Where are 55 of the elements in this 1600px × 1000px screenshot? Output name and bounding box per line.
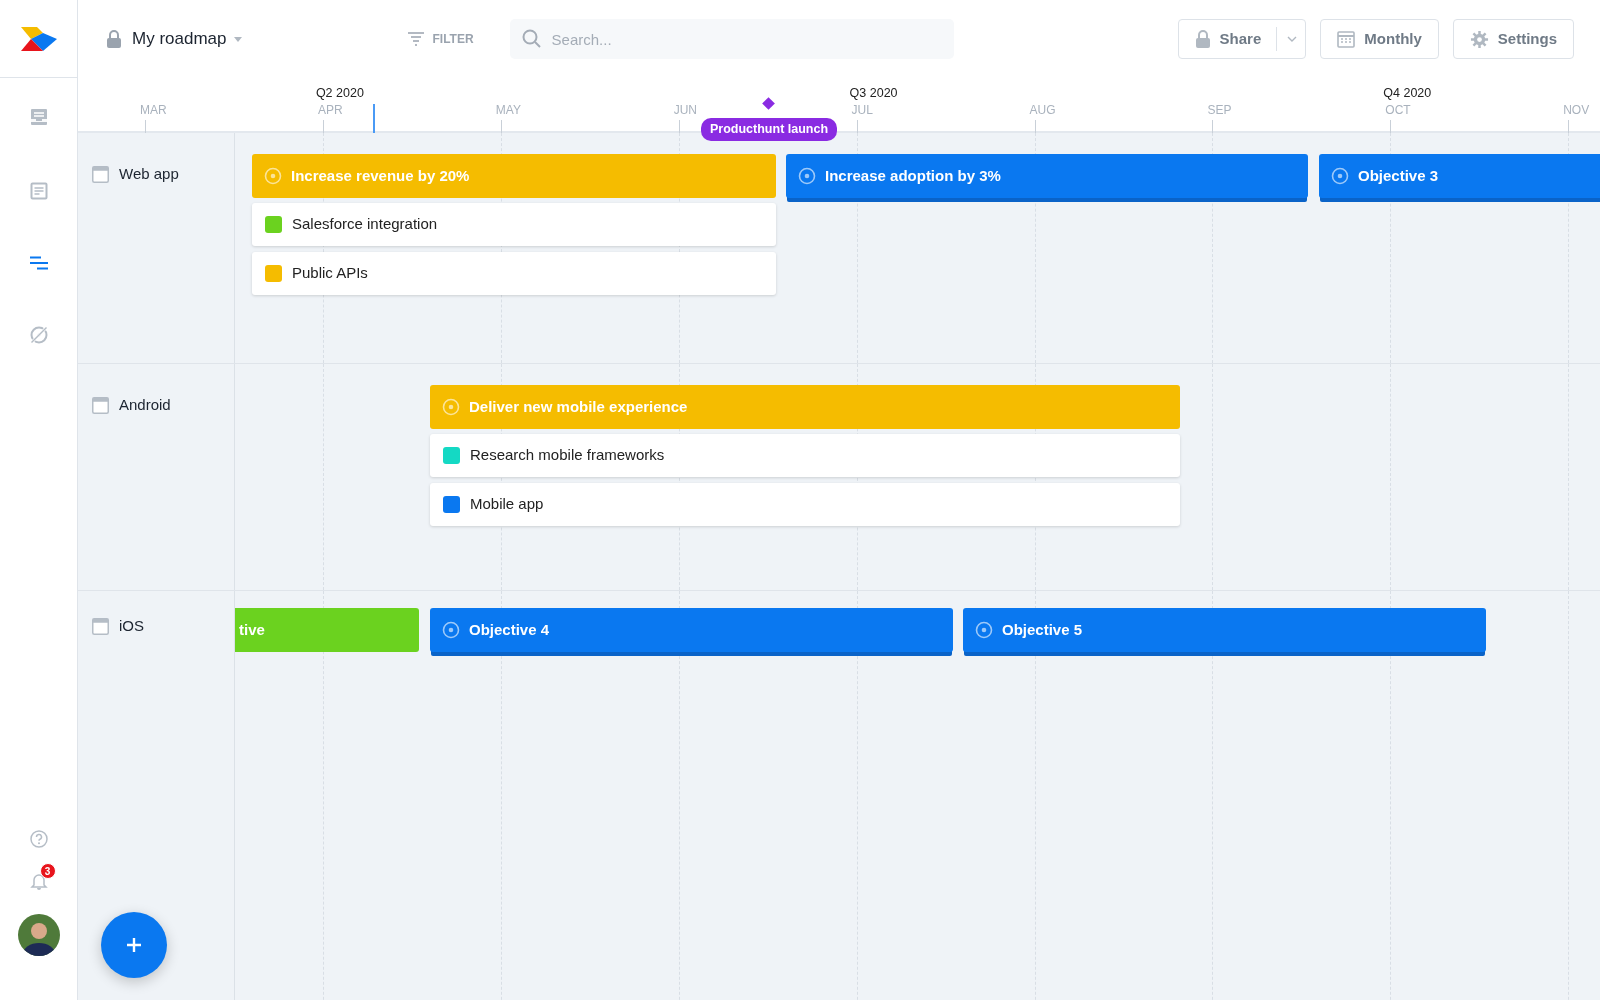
plus-icon	[126, 937, 142, 953]
lane-icon	[92, 165, 109, 183]
feature-title: Mobile app	[470, 494, 544, 515]
month-label: AUG	[1029, 102, 1056, 119]
notification-badge: 3	[39, 863, 56, 879]
monthly-button[interactable]: Monthly	[1320, 19, 1439, 59]
logo-icon	[20, 26, 57, 51]
target-icon	[975, 621, 993, 639]
feature-title: Research mobile frameworks	[470, 445, 665, 466]
avatar[interactable]	[17, 914, 60, 956]
filter-icon	[408, 32, 425, 46]
settings-button[interactable]: Settings	[1452, 19, 1574, 59]
month-label: MAY	[495, 102, 521, 119]
add-button[interactable]	[101, 912, 167, 978]
target-icon	[264, 167, 282, 185]
feature-card[interactable]: Mobile app	[430, 483, 1180, 526]
lane-icon	[92, 396, 109, 414]
lane-name: iOS	[119, 616, 144, 636]
feature-title: Salesforce integration	[292, 214, 438, 235]
month-label: OCT	[1385, 102, 1411, 119]
feature-title: Public APIs	[292, 263, 368, 284]
month-label: MAR	[140, 102, 167, 119]
month-label: NOV	[1563, 102, 1590, 119]
roadmap-title[interactable]: My roadmap	[132, 26, 227, 52]
quarter-label: Q4 2020	[1383, 85, 1432, 102]
milestone-label: Producthunt launch	[701, 118, 838, 141]
lane-icon	[92, 617, 109, 635]
settings-icon	[1469, 29, 1489, 49]
feature-card[interactable]: Salesforce integration	[252, 203, 776, 246]
search-icon	[521, 29, 541, 48]
month-label: JUL	[851, 102, 873, 119]
lane-name: Web app	[119, 164, 179, 184]
search-field[interactable]: Search...	[509, 19, 954, 59]
target-icon	[442, 398, 460, 416]
filter-button[interactable]: FILTER	[402, 29, 480, 49]
target-icon	[442, 621, 460, 639]
target-icon	[1331, 167, 1349, 185]
target-icon	[798, 167, 816, 185]
month-label: JUN	[673, 102, 698, 119]
lane-name: Android	[119, 395, 171, 415]
calendar-icon	[1337, 30, 1356, 48]
today-marker	[373, 104, 375, 133]
chevron-down-icon	[1287, 36, 1298, 42]
quarter-label: Q2 2020	[315, 85, 364, 102]
help-icon[interactable]	[29, 830, 48, 848]
lock-icon	[1194, 30, 1211, 48]
lock-icon	[106, 30, 122, 48]
month-label: APR	[317, 102, 343, 119]
month-label: SEP	[1207, 102, 1232, 119]
milestone-icon	[762, 97, 775, 110]
caret-icon[interactable]	[234, 36, 243, 42]
quarter-label: Q3 2020	[849, 85, 898, 102]
feature-card[interactable]: Research mobile frameworks	[430, 434, 1180, 477]
share-button[interactable]: Share	[1177, 19, 1307, 59]
feature-card[interactable]: Public APIs	[252, 252, 776, 295]
